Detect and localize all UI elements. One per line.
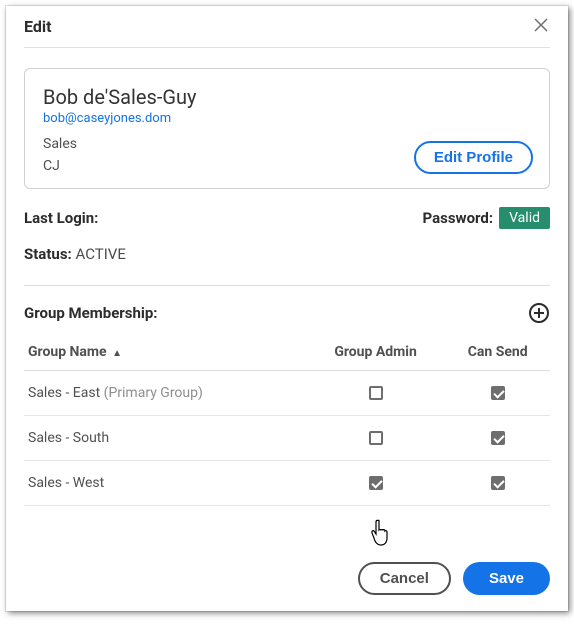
table-row: Sales - East (Primary Group) — [24, 371, 550, 416]
profile-name: Bob de'Sales-Guy — [43, 85, 531, 109]
col-group-name[interactable]: Group Name ▲ — [24, 334, 306, 371]
sort-asc-icon: ▲ — [112, 348, 122, 359]
group-name-cell: Sales - East (Primary Group) — [24, 371, 306, 416]
password-valid-badge: Valid — [499, 207, 550, 229]
col-can-send[interactable]: Can Send — [445, 334, 550, 371]
group-admin-checkbox[interactable] — [369, 476, 383, 490]
group-admin-checkbox[interactable] — [369, 431, 383, 445]
dialog-header: Edit — [24, 16, 550, 48]
col-group-name-label: Group Name — [28, 344, 107, 360]
save-button[interactable]: Save — [463, 562, 550, 595]
group-membership-header: Group Membership: — [24, 302, 550, 324]
divider — [24, 285, 550, 286]
dialog-title: Edit — [24, 17, 52, 36]
status-value: ACTIVE — [75, 245, 125, 263]
status-field: Status: ACTIVE — [24, 245, 550, 279]
can-send-checkbox[interactable] — [491, 476, 505, 490]
edit-profile-button[interactable]: Edit Profile — [414, 141, 533, 174]
group-name-cell: Sales - West — [24, 461, 306, 506]
last-login-field: Last Login: — [24, 207, 104, 229]
group-name-cell: Sales - South — [24, 416, 306, 461]
password-label: Password: — [423, 209, 494, 227]
col-group-admin[interactable]: Group Admin — [306, 334, 446, 371]
dialog-footer: Cancel Save — [24, 562, 550, 599]
group-name-text: Sales - West — [28, 475, 104, 491]
add-group-icon[interactable] — [528, 302, 550, 324]
table-row: Sales - West — [24, 461, 550, 506]
close-icon[interactable] — [532, 16, 550, 37]
info-row: Last Login: Password: Valid — [24, 207, 550, 229]
table-row: Sales - South — [24, 416, 550, 461]
profile-card: Bob de'Sales-Guy bob@caseyjones.dom Sale… — [24, 68, 550, 189]
primary-group-tag: (Primary Group) — [100, 385, 203, 401]
can-send-checkbox[interactable] — [491, 431, 505, 445]
edit-dialog: Edit Bob de'Sales-Guy bob@caseyjones.dom… — [6, 6, 568, 611]
can-send-cell — [445, 416, 550, 461]
group-name-text: Sales - East — [28, 385, 100, 401]
group-membership-title: Group Membership: — [24, 304, 158, 322]
password-field: Password: Valid — [423, 207, 550, 229]
status-label: Status: — [24, 245, 72, 263]
cancel-button[interactable]: Cancel — [358, 562, 451, 595]
group-admin-cell — [306, 416, 446, 461]
group-admin-cell — [306, 371, 446, 416]
can-send-checkbox[interactable] — [491, 386, 505, 400]
can-send-cell — [445, 371, 550, 416]
group-name-text: Sales - South — [28, 430, 109, 446]
profile-email-link[interactable]: bob@caseyjones.dom — [43, 111, 531, 126]
group-table: Group Name ▲ Group Admin Can Send Sales … — [24, 334, 550, 506]
last-login-label: Last Login: — [24, 209, 98, 227]
can-send-cell — [445, 461, 550, 506]
group-admin-checkbox[interactable] — [369, 386, 383, 400]
group-admin-cell — [306, 461, 446, 506]
